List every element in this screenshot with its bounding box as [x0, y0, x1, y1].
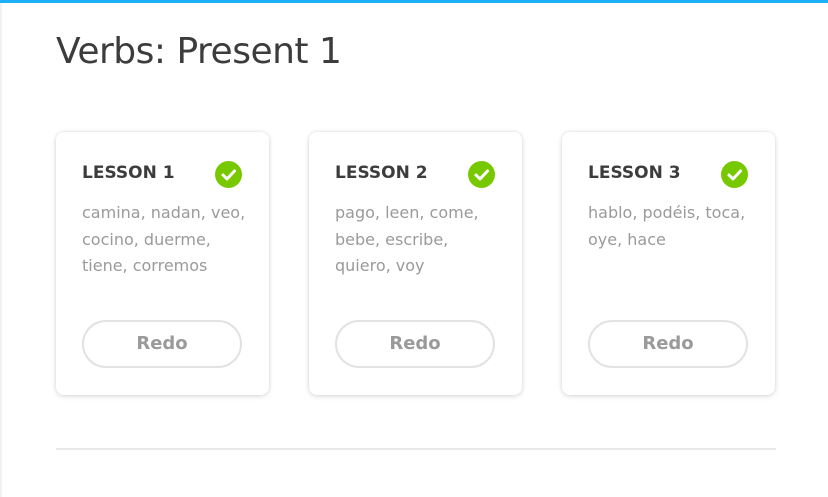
redo-button[interactable]: Redo	[335, 320, 495, 368]
lesson-card-3: LESSON 3 hablo, podéis, toca, oye, hace …	[562, 132, 775, 395]
check-circle-icon	[215, 161, 242, 188]
lesson-title: LESSON 2	[335, 163, 428, 183]
lesson-words: hablo, podéis, toca, oye, hace	[588, 203, 746, 249]
lesson-words: camina, nadan, veo, cocino, duerme, tien…	[82, 203, 246, 275]
lesson-card-1: LESSON 1 camina, nadan, veo, cocino, due…	[56, 132, 269, 395]
skill-panel: Verbs: Present 1 LESSON 1 camina, nadan,…	[2, 3, 828, 497]
check-circle-icon	[721, 161, 748, 188]
check-circle-icon	[468, 161, 495, 188]
redo-button[interactable]: Redo	[588, 320, 748, 368]
lesson-card-2: LESSON 2 pago, leen, come, bebe, escribe…	[309, 132, 522, 395]
lesson-title: LESSON 1	[82, 163, 175, 183]
section-divider	[56, 448, 776, 450]
skill-title: Verbs: Present 1	[56, 31, 342, 72]
lesson-words: pago, leen, come, bebe, escribe, quiero,…	[335, 203, 479, 275]
lesson-title: LESSON 3	[588, 163, 681, 183]
redo-button[interactable]: Redo	[82, 320, 242, 368]
